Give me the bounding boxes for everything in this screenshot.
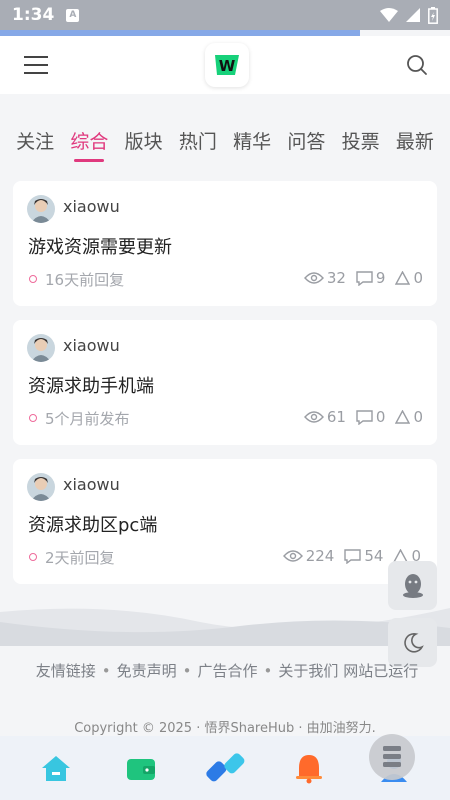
avatar[interactable]	[27, 195, 55, 223]
status-dot-icon	[29, 275, 37, 283]
footer-link-friends[interactable]: 友情链接	[36, 662, 96, 680]
signal-icon	[406, 8, 420, 22]
avatar-image	[27, 195, 55, 223]
notification-icon: A	[66, 8, 80, 22]
site-logo[interactable]: W	[205, 43, 249, 87]
avatar-image	[27, 334, 55, 362]
stack-menu-icon	[382, 746, 401, 767]
battery-icon	[428, 6, 438, 24]
qq-icon	[402, 573, 423, 598]
like-triangle-icon	[395, 410, 411, 424]
moon-icon	[403, 632, 424, 653]
author-name[interactable]: xiaowu	[63, 336, 120, 355]
comment-count: 54	[364, 547, 384, 565]
post-title[interactable]: 资源求助手机端	[28, 372, 154, 398]
tab-latest[interactable]: 最新	[396, 124, 434, 164]
footer-link-about[interactable]: 关于我们	[278, 662, 338, 680]
tab-boards[interactable]: 版块	[125, 124, 163, 164]
comment-icon	[356, 409, 373, 425]
comment-icon	[344, 548, 362, 564]
bottom-nav	[0, 734, 450, 800]
post-stats: 32 9 0	[303, 269, 423, 287]
eye-icon	[282, 550, 303, 562]
logo-icon: W	[215, 55, 239, 75]
site-uptime-label: 网站已运行	[343, 662, 419, 680]
view-count: 32	[326, 269, 346, 287]
eye-icon	[303, 272, 324, 284]
post-time: 16天前回复	[45, 271, 125, 289]
like-count: 0	[413, 408, 423, 426]
like-count: 0	[413, 269, 423, 287]
tab-general[interactable]: 综合	[70, 124, 108, 164]
qq-button[interactable]	[388, 561, 437, 610]
nav-profile[interactable]	[364, 734, 424, 798]
home-icon	[42, 756, 71, 781]
wifi-icon	[380, 8, 398, 22]
post-time: 5个月前发布	[45, 410, 130, 428]
logo-letter: W	[219, 57, 236, 75]
post-time: 2天前回复	[45, 549, 115, 567]
post-stats: 61 0 0	[303, 408, 423, 426]
footer-links: 友情链接 • 免责声明 • 广告合作 • 关于我们 网站已运行	[35, 662, 419, 680]
avatar-image	[27, 473, 55, 501]
status-dot-icon	[29, 414, 37, 422]
copyright-text: Copyright © 2025 · 悟界ShareHub · 由加油努力.	[74, 721, 376, 736]
link-icon	[206, 753, 245, 782]
status-time: 1:34	[12, 5, 55, 25]
comment-count: 9	[375, 269, 386, 287]
nav-home[interactable]	[26, 738, 86, 798]
post-card[interactable]: xiaowu 资源求助手机端 5个月前发布 61 0 0	[13, 320, 437, 445]
tab-vote[interactable]: 投票	[342, 124, 380, 164]
post-card[interactable]: xiaowu 游戏资源需要更新 16天前回复 32 9 0	[13, 181, 437, 306]
post-title[interactable]: 游戏资源需要更新	[28, 233, 172, 259]
tab-featured[interactable]: 精华	[233, 124, 271, 164]
tab-hot[interactable]: 热门	[179, 124, 217, 164]
eye-icon	[303, 411, 324, 423]
view-count: 61	[326, 408, 346, 426]
decorative-wave	[0, 608, 450, 646]
comment-icon	[356, 270, 373, 286]
quick-menu-button[interactable]	[368, 734, 415, 780]
hamburger-menu-icon[interactable]	[24, 55, 48, 75]
status-dot-icon	[29, 553, 37, 561]
footer-link-ads[interactable]: 广告合作	[198, 662, 258, 680]
nav-share-link[interactable]	[195, 738, 255, 798]
bell-icon	[296, 755, 323, 784]
view-count: 224	[305, 547, 335, 565]
search-icon[interactable]	[406, 54, 428, 76]
avatar[interactable]	[27, 334, 55, 362]
avatar[interactable]	[27, 473, 55, 501]
like-triangle-icon	[395, 271, 411, 285]
app-header: W	[0, 36, 450, 94]
post-title[interactable]: 资源求助区pc端	[28, 511, 157, 537]
footer-link-disclaimer[interactable]: 免责声明	[117, 662, 177, 680]
tab-follow[interactable]: 关注	[16, 124, 54, 164]
comment-count: 0	[375, 408, 386, 426]
wallet-icon	[126, 759, 155, 780]
status-bar: 1:34 A	[0, 0, 450, 30]
category-tabs: 关注 综合 版块 热门 精华 问答 投票 最新	[0, 124, 450, 164]
post-card[interactable]: xiaowu 资源求助区pc端 2天前回复 224 54 0	[13, 459, 437, 584]
nav-notifications[interactable]	[279, 738, 339, 798]
nav-wallet[interactable]	[111, 738, 171, 798]
author-name[interactable]: xiaowu	[63, 197, 120, 216]
author-name[interactable]: xiaowu	[63, 475, 120, 494]
tab-qa[interactable]: 问答	[287, 124, 325, 164]
